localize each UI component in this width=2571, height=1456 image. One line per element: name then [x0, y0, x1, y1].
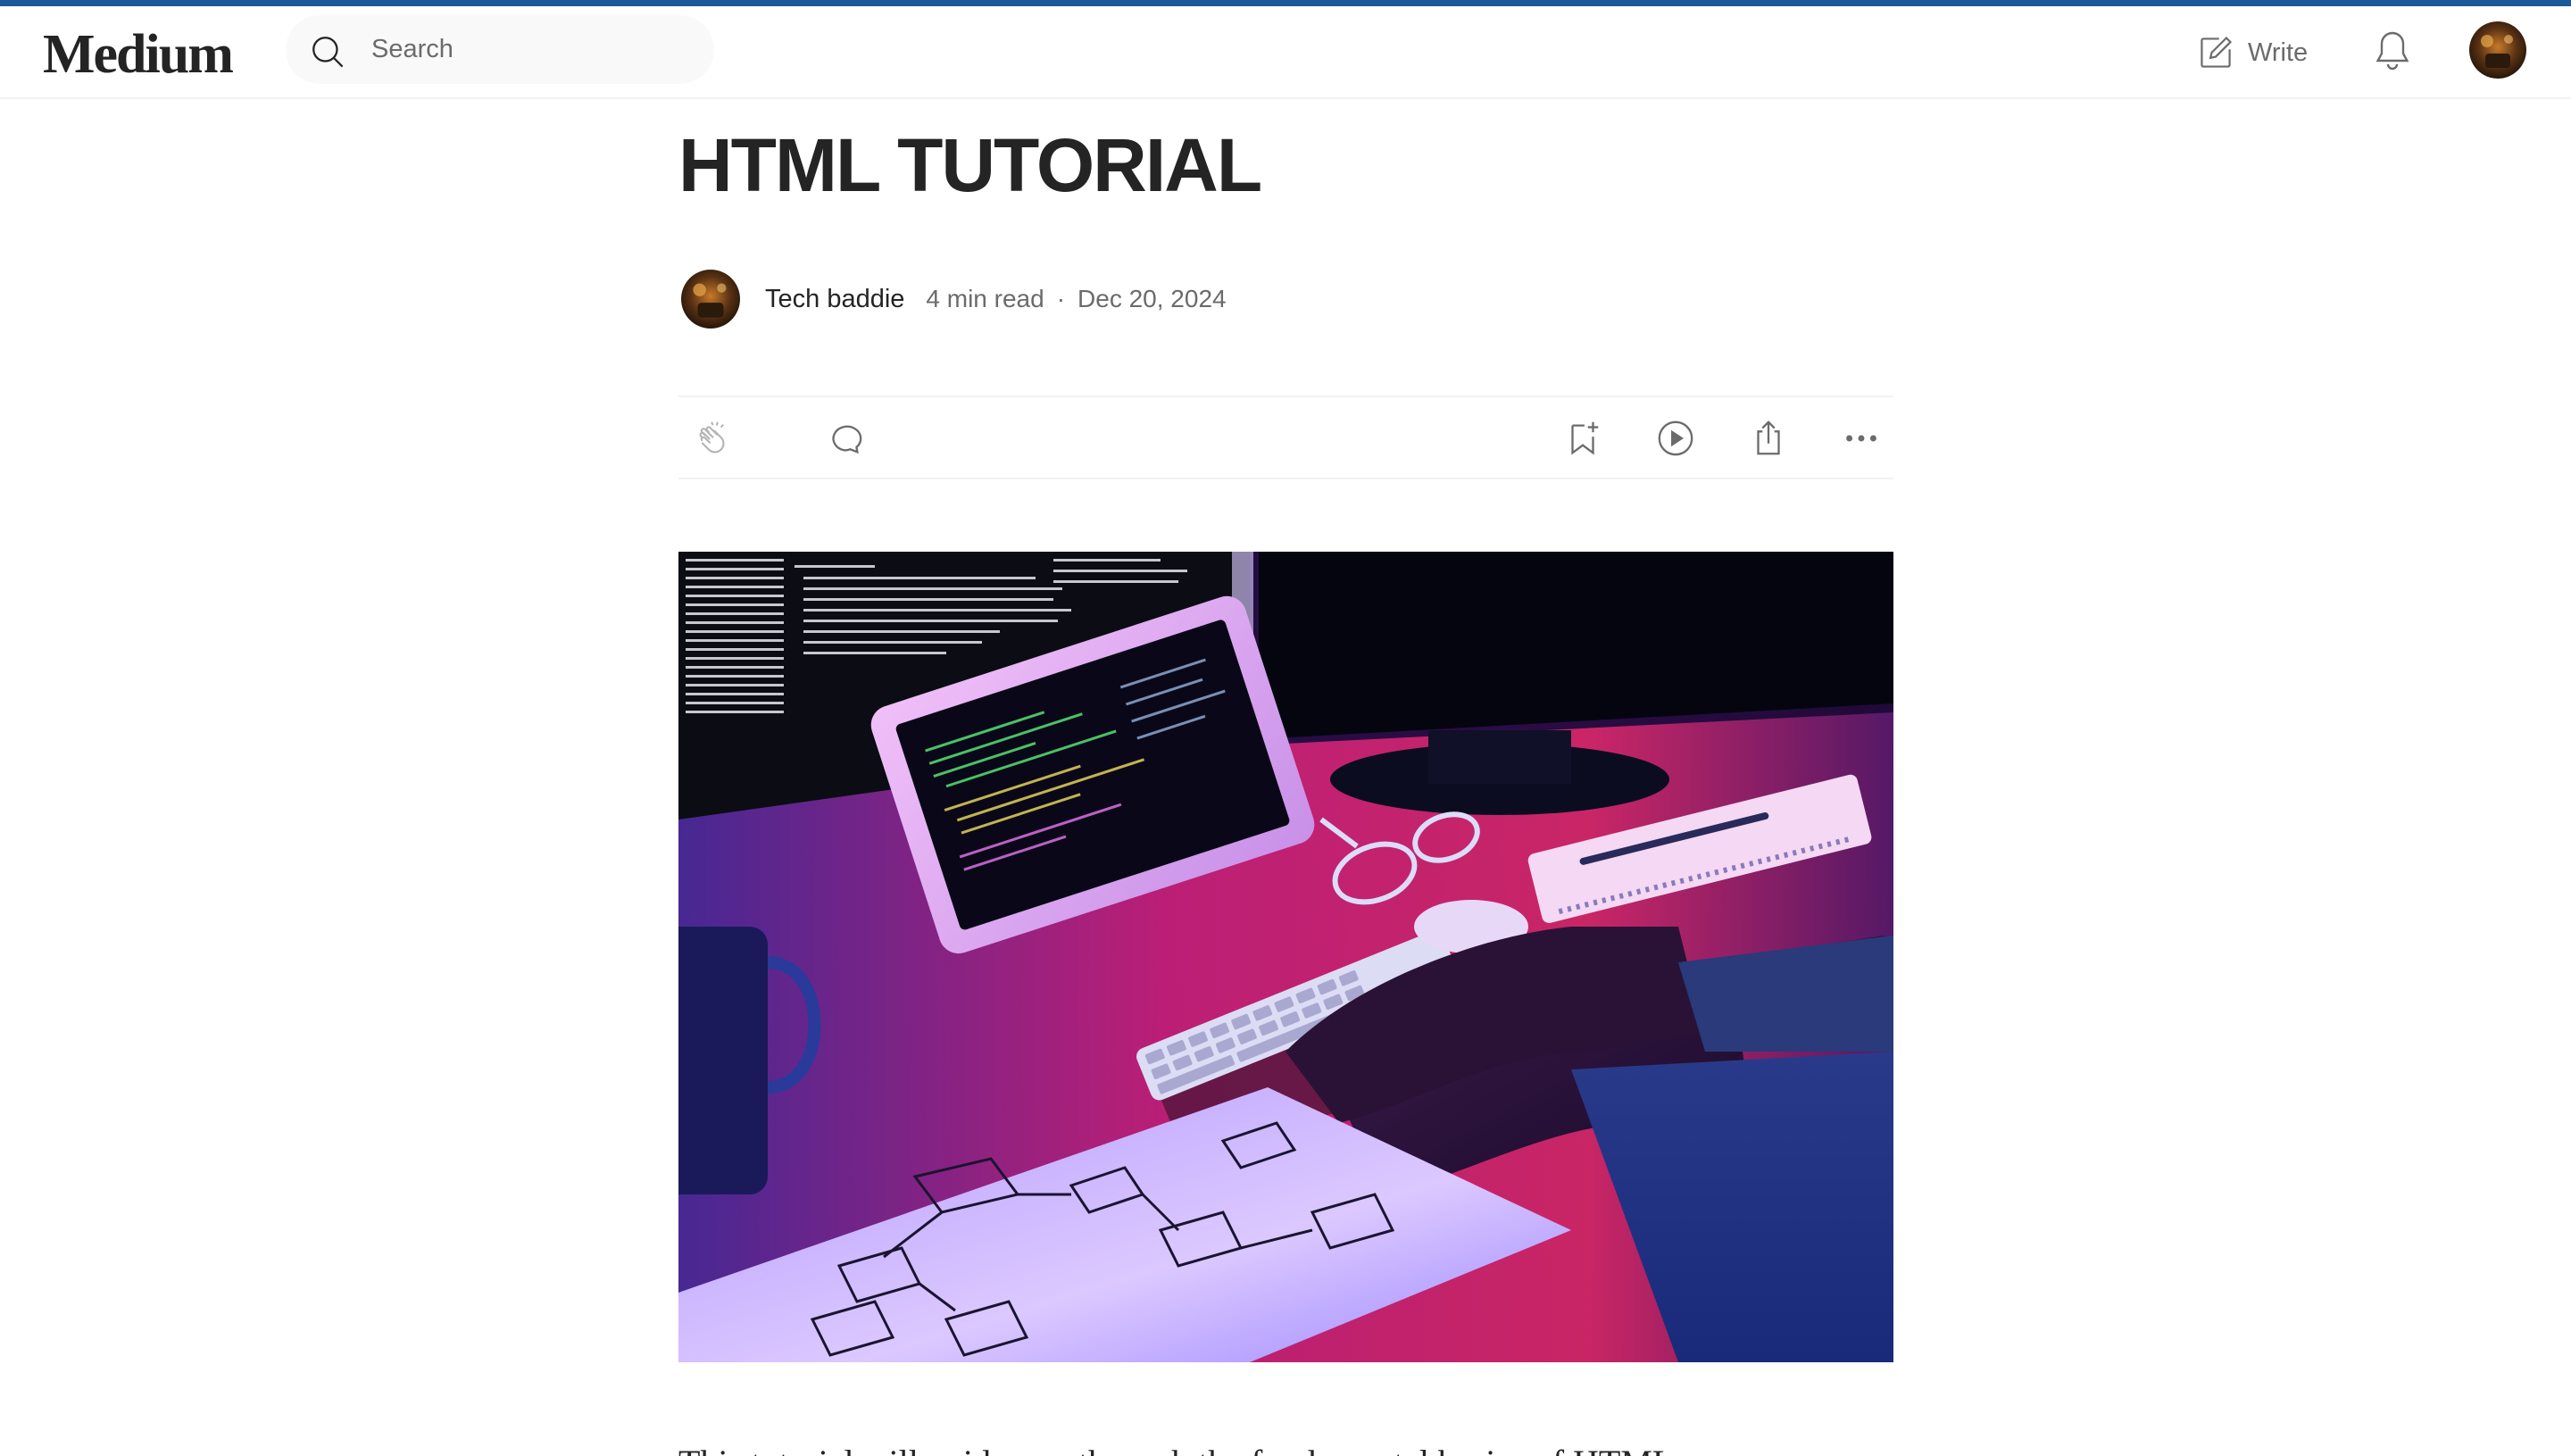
- action-bar: [678, 395, 1893, 479]
- byline: Tech baddie 4 min read · Dec 20, 2024: [678, 269, 1893, 329]
- write-label: Write: [2248, 37, 2309, 67]
- share-icon[interactable]: [1748, 418, 1789, 459]
- hero-image: [678, 552, 1893, 1362]
- more-icon[interactable]: [1841, 418, 1882, 459]
- read-time: 4 min read: [926, 285, 1044, 312]
- play-icon[interactable]: [1655, 418, 1696, 459]
- top-accent-strip: [0, 0, 2571, 6]
- bell-icon[interactable]: [2371, 28, 2414, 74]
- publish-date: Dec 20, 2024: [1077, 285, 1227, 312]
- top-navbar: Medium Write: [0, 6, 2571, 99]
- article-title: HTML TUTORIAL: [678, 123, 1262, 207]
- comment-icon[interactable]: [824, 418, 865, 459]
- search-box[interactable]: [286, 15, 714, 84]
- clap-icon[interactable]: [693, 418, 734, 459]
- meta-separator: ·: [1056, 285, 1066, 312]
- search-icon: [312, 37, 344, 68]
- write-button[interactable]: Write: [2196, 28, 2308, 78]
- medium-logo[interactable]: Medium: [43, 22, 234, 87]
- article-body-preview: This tutorial will guide you through the…: [678, 1438, 1674, 1456]
- user-avatar[interactable]: [2469, 21, 2526, 79]
- author-name[interactable]: Tech baddie: [765, 285, 904, 314]
- write-icon: [2201, 36, 2233, 68]
- bookmark-add-icon[interactable]: [1562, 418, 1603, 459]
- author-avatar[interactable]: [681, 270, 740, 329]
- search-input[interactable]: [371, 29, 693, 69]
